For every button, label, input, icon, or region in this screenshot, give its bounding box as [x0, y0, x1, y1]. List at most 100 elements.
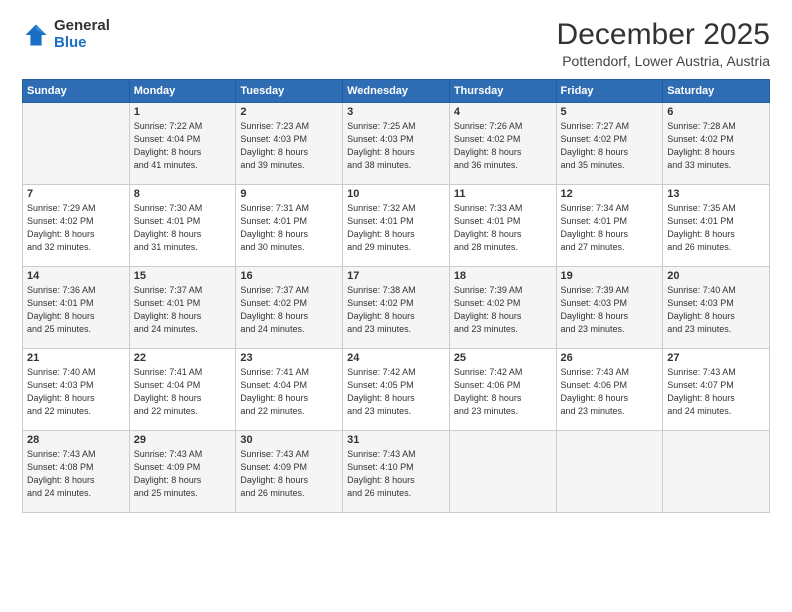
calendar-table: SundayMondayTuesdayWednesdayThursdayFrid…: [22, 79, 770, 513]
calendar-week-row: 14Sunrise: 7:36 AM Sunset: 4:01 PM Dayli…: [23, 267, 770, 349]
day-number: 9: [240, 188, 338, 200]
day-info: Sunrise: 7:33 AM Sunset: 4:01 PM Dayligh…: [454, 203, 523, 252]
day-info: Sunrise: 7:43 AM Sunset: 4:07 PM Dayligh…: [667, 367, 736, 416]
page: General Blue December 2025 Pottendorf, L…: [0, 0, 792, 612]
day-number: 12: [561, 188, 659, 200]
calendar-day-cell: 7 Sunrise: 7:29 AM Sunset: 4:02 PM Daylig…: [23, 185, 130, 267]
calendar-day-cell: [449, 431, 556, 513]
day-info: Sunrise: 7:23 AM Sunset: 4:03 PM Dayligh…: [240, 121, 309, 170]
header: General Blue December 2025 Pottendorf, L…: [22, 18, 770, 69]
day-number: 24: [347, 352, 445, 364]
day-number: 29: [134, 434, 232, 446]
calendar-day-cell: 22 Sunrise: 7:41 AM Sunset: 4:04 PM Dayli…: [129, 349, 236, 431]
day-info: Sunrise: 7:43 AM Sunset: 4:09 PM Dayligh…: [134, 449, 203, 498]
day-info: Sunrise: 7:39 AM Sunset: 4:02 PM Dayligh…: [454, 285, 523, 334]
logo-blue: Blue: [54, 35, 110, 52]
calendar-day-cell: 17 Sunrise: 7:38 AM Sunset: 4:02 PM Dayli…: [343, 267, 450, 349]
calendar-day-cell: 10Sunrise: 7:32 AM Sunset: 4:01 PM Dayli…: [343, 185, 450, 267]
weekday-header-thursday: Thursday: [449, 80, 556, 103]
calendar-day-cell: 23 Sunrise: 7:41 AM Sunset: 4:04 PM Dayli…: [236, 349, 343, 431]
day-number: 18: [454, 270, 552, 282]
calendar-day-cell: 28 Sunrise: 7:43 AM Sunset: 4:08 PM Dayli…: [23, 431, 130, 513]
day-number: 16: [240, 270, 338, 282]
calendar-day-cell: 13Sunrise: 7:35 AM Sunset: 4:01 PM Dayli…: [663, 185, 770, 267]
day-number: 7: [27, 188, 125, 200]
calendar-day-cell: 25Sunrise: 7:42 AM Sunset: 4:06 PM Dayli…: [449, 349, 556, 431]
weekday-header-tuesday: Tuesday: [236, 80, 343, 103]
day-number: 22: [134, 352, 232, 364]
main-title: December 2025: [557, 18, 770, 51]
day-number: 28: [27, 434, 125, 446]
logo: General Blue: [22, 18, 110, 51]
calendar-day-cell: 15Sunrise: 7:37 AM Sunset: 4:01 PM Dayli…: [129, 267, 236, 349]
calendar-day-cell: 8 Sunrise: 7:30 AM Sunset: 4:01 PM Daylig…: [129, 185, 236, 267]
day-info: Sunrise: 7:43 AM Sunset: 4:08 PM Dayligh…: [27, 449, 96, 498]
weekday-header-sunday: Sunday: [23, 80, 130, 103]
day-info: Sunrise: 7:32 AM Sunset: 4:01 PM Dayligh…: [347, 203, 416, 252]
subtitle: Pottendorf, Lower Austria, Austria: [557, 53, 770, 69]
calendar-day-cell: 30 Sunrise: 7:43 AM Sunset: 4:09 PM Dayli…: [236, 431, 343, 513]
weekday-header-saturday: Saturday: [663, 80, 770, 103]
calendar-day-cell: [556, 431, 663, 513]
day-info: Sunrise: 7:43 AM Sunset: 4:10 PM Dayligh…: [347, 449, 416, 498]
calendar-week-row: 7 Sunrise: 7:29 AM Sunset: 4:02 PM Daylig…: [23, 185, 770, 267]
day-info: Sunrise: 7:22 AM Sunset: 4:04 PM Dayligh…: [134, 121, 203, 170]
day-number: 30: [240, 434, 338, 446]
day-number: 23: [240, 352, 338, 364]
day-number: 5: [561, 106, 659, 118]
calendar-day-cell: 11 Sunrise: 7:33 AM Sunset: 4:01 PM Dayli…: [449, 185, 556, 267]
day-number: 25: [454, 352, 552, 364]
calendar-day-cell: 12 Sunrise: 7:34 AM Sunset: 4:01 PM Dayli…: [556, 185, 663, 267]
day-info: Sunrise: 7:42 AM Sunset: 4:05 PM Dayligh…: [347, 367, 416, 416]
calendar-day-cell: 20Sunrise: 7:40 AM Sunset: 4:03 PM Dayli…: [663, 267, 770, 349]
calendar-day-cell: 26 Sunrise: 7:43 AM Sunset: 4:06 PM Dayli…: [556, 349, 663, 431]
day-info: Sunrise: 7:41 AM Sunset: 4:04 PM Dayligh…: [134, 367, 203, 416]
day-number: 6: [667, 106, 765, 118]
day-info: Sunrise: 7:35 AM Sunset: 4:01 PM Dayligh…: [667, 203, 736, 252]
calendar-day-cell: 4Sunrise: 7:26 AM Sunset: 4:02 PM Daylig…: [449, 103, 556, 185]
calendar-day-cell: [663, 431, 770, 513]
calendar-day-cell: 21Sunrise: 7:40 AM Sunset: 4:03 PM Dayli…: [23, 349, 130, 431]
calendar-day-cell: [23, 103, 130, 185]
calendar-day-cell: 5 Sunrise: 7:27 AM Sunset: 4:02 PM Daylig…: [556, 103, 663, 185]
day-number: 1: [134, 106, 232, 118]
day-info: Sunrise: 7:27 AM Sunset: 4:02 PM Dayligh…: [561, 121, 630, 170]
day-info: Sunrise: 7:34 AM Sunset: 4:01 PM Dayligh…: [561, 203, 630, 252]
day-number: 2: [240, 106, 338, 118]
day-info: Sunrise: 7:29 AM Sunset: 4:02 PM Dayligh…: [27, 203, 96, 252]
calendar-day-cell: 1 Sunrise: 7:22 AM Sunset: 4:04 PM Daylig…: [129, 103, 236, 185]
day-info: Sunrise: 7:25 AM Sunset: 4:03 PM Dayligh…: [347, 121, 416, 170]
calendar-day-cell: 27Sunrise: 7:43 AM Sunset: 4:07 PM Dayli…: [663, 349, 770, 431]
day-info: Sunrise: 7:28 AM Sunset: 4:02 PM Dayligh…: [667, 121, 736, 170]
calendar-day-cell: 3Sunrise: 7:25 AM Sunset: 4:03 PM Daylig…: [343, 103, 450, 185]
day-info: Sunrise: 7:43 AM Sunset: 4:06 PM Dayligh…: [561, 367, 630, 416]
calendar-day-cell: 18 Sunrise: 7:39 AM Sunset: 4:02 PM Dayli…: [449, 267, 556, 349]
day-info: Sunrise: 7:39 AM Sunset: 4:03 PM Dayligh…: [561, 285, 630, 334]
logo-general: General: [54, 18, 110, 35]
calendar-day-cell: 24 Sunrise: 7:42 AM Sunset: 4:05 PM Dayli…: [343, 349, 450, 431]
calendar-day-cell: 2 Sunrise: 7:23 AM Sunset: 4:03 PM Daylig…: [236, 103, 343, 185]
day-number: 19: [561, 270, 659, 282]
day-number: 11: [454, 188, 552, 200]
calendar-day-cell: 31 Sunrise: 7:43 AM Sunset: 4:10 PM Dayli…: [343, 431, 450, 513]
calendar-day-cell: 9 Sunrise: 7:31 AM Sunset: 4:01 PM Daylig…: [236, 185, 343, 267]
day-info: Sunrise: 7:43 AM Sunset: 4:09 PM Dayligh…: [240, 449, 309, 498]
day-info: Sunrise: 7:38 AM Sunset: 4:02 PM Dayligh…: [347, 285, 416, 334]
weekday-header-row: SundayMondayTuesdayWednesdayThursdayFrid…: [23, 80, 770, 103]
weekday-header-friday: Friday: [556, 80, 663, 103]
day-info: Sunrise: 7:31 AM Sunset: 4:01 PM Dayligh…: [240, 203, 309, 252]
calendar-week-row: 21Sunrise: 7:40 AM Sunset: 4:03 PM Dayli…: [23, 349, 770, 431]
calendar-day-cell: 16Sunrise: 7:37 AM Sunset: 4:02 PM Dayli…: [236, 267, 343, 349]
day-number: 14: [27, 270, 125, 282]
day-info: Sunrise: 7:41 AM Sunset: 4:04 PM Dayligh…: [240, 367, 309, 416]
day-number: 17: [347, 270, 445, 282]
day-number: 8: [134, 188, 232, 200]
weekday-header-wednesday: Wednesday: [343, 80, 450, 103]
calendar-day-cell: 6 Sunrise: 7:28 AM Sunset: 4:02 PM Daylig…: [663, 103, 770, 185]
logo-icon: [22, 21, 50, 49]
calendar-day-cell: 29 Sunrise: 7:43 AM Sunset: 4:09 PM Dayli…: [129, 431, 236, 513]
day-number: 4: [454, 106, 552, 118]
day-info: Sunrise: 7:30 AM Sunset: 4:01 PM Dayligh…: [134, 203, 203, 252]
day-number: 31: [347, 434, 445, 446]
day-number: 26: [561, 352, 659, 364]
